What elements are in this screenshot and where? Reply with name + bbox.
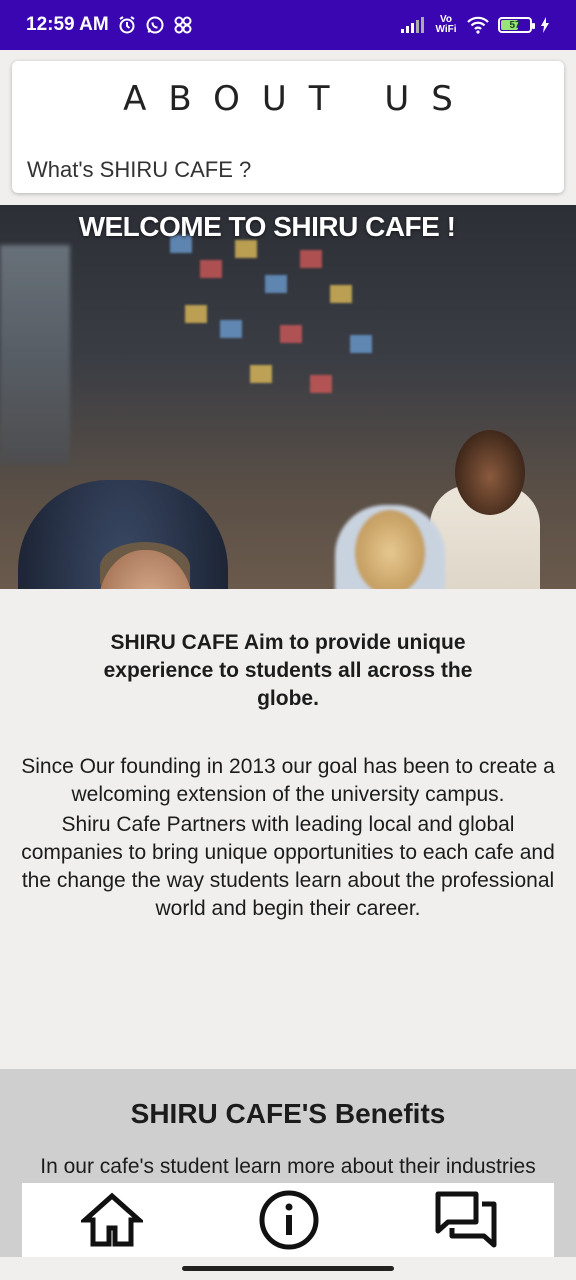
aim-statement: SHIRU CAFE Aim to provide unique experie… bbox=[103, 631, 473, 710]
hero-person-foreground bbox=[18, 480, 228, 589]
whatsapp-icon bbox=[145, 15, 165, 35]
alarm-icon bbox=[117, 15, 137, 35]
about-paragraph-2: Shiru Cafe Partners with leading local a… bbox=[21, 813, 555, 920]
network-label: Vo WiFi bbox=[435, 14, 457, 35]
about-paragraph-1: Since Our founding in 2013 our goal has … bbox=[21, 755, 555, 806]
home-icon bbox=[81, 1192, 143, 1248]
wifi-icon bbox=[466, 16, 490, 34]
hero-window bbox=[0, 245, 70, 465]
signal-icon bbox=[400, 16, 426, 34]
nav-info-button[interactable] bbox=[257, 1188, 321, 1252]
bottom-nav bbox=[22, 1183, 554, 1257]
battery-icon: 57 bbox=[498, 17, 535, 33]
status-time: 12:59 AM bbox=[26, 14, 109, 35]
charging-icon bbox=[540, 17, 550, 33]
page-title: ABOUT US bbox=[123, 79, 475, 119]
benefits-text: In our cafe's student learn more about t… bbox=[40, 1155, 536, 1178]
gesture-bar[interactable] bbox=[182, 1266, 394, 1271]
hero-title: WELCOME TO SHIRU CAFE ! bbox=[78, 211, 456, 242]
pinwheel-icon bbox=[173, 15, 193, 35]
status-bar: 12:59 AM Vo WiFi 57 bbox=[0, 0, 576, 50]
hero-image bbox=[0, 205, 576, 589]
info-icon bbox=[258, 1189, 320, 1251]
benefits-title: SHIRU CAFE'S Benefits bbox=[130, 1098, 446, 1129]
page-subtitle: What's SHIRU CAFE ? bbox=[27, 157, 252, 182]
forum-icon bbox=[434, 1190, 498, 1250]
sticky-notes-wall bbox=[160, 225, 380, 425]
nav-home-button[interactable] bbox=[80, 1188, 144, 1252]
battery-level: 57 bbox=[509, 19, 521, 31]
header-card: ABOUT US What's SHIRU CAFE ? bbox=[12, 61, 564, 193]
about-paragraph: Since Our founding in 2013 our goal has … bbox=[0, 753, 576, 923]
nav-forum-button[interactable] bbox=[434, 1188, 498, 1252]
